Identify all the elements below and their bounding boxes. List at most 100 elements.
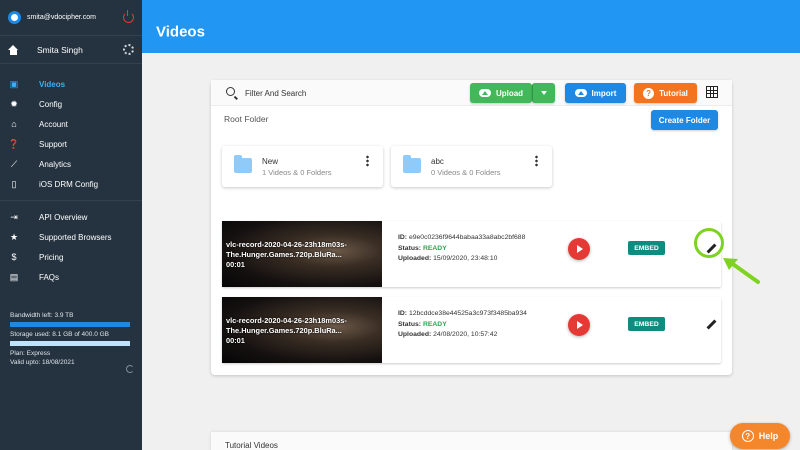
video-info: ID: 12bcddce38e44525a3c973f3485ba934 Sta… bbox=[398, 309, 527, 341]
main-nav: ▣ Videos ✹ Config ⌂ Account ❓ Support ⟋ … bbox=[0, 64, 142, 201]
usage-panel: Bandwidth left: 3.9 TB Storage used: 8.1… bbox=[0, 311, 142, 373]
tutorial-videos-title: Tutorial Videos bbox=[225, 441, 278, 450]
edit-pencil-icon[interactable] bbox=[706, 320, 716, 330]
sidebar-item-faqs[interactable]: ▤ FAQs bbox=[0, 267, 142, 287]
highlight-arrow bbox=[723, 258, 760, 284]
embed-button[interactable]: EMBED bbox=[628, 241, 665, 255]
folder-icon bbox=[234, 155, 252, 173]
sidebar-item-label: Support bbox=[39, 139, 68, 149]
dollar-icon: $ bbox=[11, 251, 17, 262]
import-button[interactable]: Import bbox=[565, 83, 626, 103]
caret-down-icon bbox=[541, 91, 547, 95]
search-icon bbox=[226, 87, 235, 96]
play-button[interactable] bbox=[568, 314, 590, 336]
sidebar: smita@vdocipher.com Smita Singh ▣ Videos… bbox=[0, 0, 142, 450]
breadcrumb: Root Folder bbox=[224, 114, 269, 124]
uploaded-date: 24/08/2020, 10:57:42 bbox=[433, 331, 498, 338]
uploaded-label: Uploaded: bbox=[398, 331, 432, 338]
sidebar-item-config[interactable]: ✹ Config bbox=[0, 94, 142, 114]
video-info: ID: e9e0c0236f9644babaa33a8abc2bf688 Sta… bbox=[398, 233, 525, 265]
sidebar-item-label: Account bbox=[39, 119, 68, 129]
video-thumbnail[interactable]: vlc-record-2020-04-26-23h18m03s-The.Hung… bbox=[222, 221, 382, 287]
status-badge: READY bbox=[422, 244, 447, 252]
storage-bar bbox=[10, 341, 130, 346]
storage-text: Storage used: 8.1 GB of 400.0 GB bbox=[10, 331, 110, 338]
play-button[interactable] bbox=[568, 238, 590, 260]
sidebar-item-account[interactable]: ⌂ Account bbox=[0, 114, 142, 134]
page-header: Videos bbox=[142, 0, 800, 53]
grid-view-icon[interactable] bbox=[706, 86, 718, 98]
folder-meta: 1 Videos & 0 Folders bbox=[262, 168, 332, 177]
bandwidth-bar bbox=[10, 322, 130, 327]
sidebar-item-label: iOS DRM Config bbox=[39, 179, 99, 189]
refresh-icon[interactable] bbox=[126, 365, 134, 373]
video-uploaded-line: Uploaded: 24/08/2020, 10:57:42 bbox=[398, 330, 527, 341]
folder-name: abc bbox=[431, 157, 444, 166]
folder-icon bbox=[403, 155, 421, 173]
sidebar-item-supported-browsers[interactable]: ★ Supported Browsers bbox=[0, 227, 142, 247]
logout-icon[interactable] bbox=[123, 10, 134, 23]
folder-card-abc[interactable]: abc 0 Videos & 0 Folders bbox=[391, 146, 552, 187]
page-title: Videos bbox=[156, 23, 205, 41]
more-vert-icon[interactable] bbox=[366, 155, 369, 167]
uploaded-date: 15/09/2020, 23:48:10 bbox=[433, 255, 498, 262]
user-bar: Smita Singh bbox=[0, 36, 142, 64]
upload-button[interactable]: Upload bbox=[470, 83, 532, 103]
status-badge: READY bbox=[422, 320, 447, 328]
toolbar: Upload Import ? Tutorial bbox=[211, 80, 732, 106]
video-id: e9e0c0236f9644babaa33a8abc2bf688 bbox=[408, 234, 526, 241]
thumbnail-title-text: vlc-record-2020-04-26-23h18m03s-The.Hung… bbox=[226, 316, 347, 336]
gear-icon: ✹ bbox=[10, 98, 18, 109]
vdocipher-logo-icon bbox=[8, 11, 21, 24]
sidebar-item-pricing[interactable]: $ Pricing bbox=[0, 247, 142, 267]
folder-name: New bbox=[262, 157, 279, 166]
search-input[interactable] bbox=[245, 86, 445, 100]
sidebar-item-label: FAQs bbox=[39, 272, 60, 282]
sidebar-item-label: Pricing bbox=[39, 252, 64, 262]
plan-text: Plan: Express bbox=[10, 350, 51, 357]
login-icon: ⇥ bbox=[10, 211, 18, 222]
id-label: ID: bbox=[398, 310, 408, 317]
video-id: 12bcddce38e44525a3c973f3485ba934 bbox=[408, 310, 527, 317]
help-icon: ? bbox=[741, 430, 754, 442]
video-row: vlc-record-2020-04-26-23h18m03s-The.Hung… bbox=[222, 221, 721, 287]
folder-card-new[interactable]: New 1 Videos & 0 Folders bbox=[222, 146, 383, 187]
sidebar-item-api-overview[interactable]: ⇥ API Overview bbox=[0, 207, 142, 227]
video-duration: 00:01 bbox=[226, 336, 245, 346]
user-settings-gear-icon[interactable] bbox=[123, 44, 134, 55]
video-duration: 00:01 bbox=[226, 260, 245, 270]
create-folder-button[interactable]: Create Folder bbox=[651, 110, 718, 130]
status-label: Status: bbox=[398, 244, 422, 252]
tutorial-videos-panel[interactable]: Tutorial Videos bbox=[211, 431, 732, 450]
uploaded-label: Uploaded: bbox=[398, 255, 432, 262]
import-label: Import bbox=[591, 88, 617, 98]
help-button[interactable]: ? Help bbox=[730, 423, 790, 449]
sidebar-item-analytics[interactable]: ⟋ Analytics bbox=[0, 154, 142, 174]
help-circle-icon: ❓ bbox=[8, 138, 20, 149]
sidebar-item-support[interactable]: ❓ Support bbox=[0, 134, 142, 154]
bank-icon: ⌂ bbox=[11, 118, 17, 129]
home-icon[interactable] bbox=[8, 44, 18, 55]
sidebar-item-label: Videos bbox=[39, 79, 66, 89]
valid-until-text: Valid upto: 18/08/2021 bbox=[10, 359, 75, 366]
sidebar-item-label: API Overview bbox=[39, 212, 88, 222]
cloud-upload-icon bbox=[478, 89, 491, 97]
sidebar-item-ios-drm-config[interactable]: ▯ iOS DRM Config bbox=[0, 174, 142, 194]
secondary-nav: ⇥ API Overview ★ Supported Browsers $ Pr… bbox=[0, 201, 142, 287]
username: Smita Singh bbox=[37, 44, 83, 55]
star-icon: ★ bbox=[9, 231, 19, 242]
video-id-line: ID: 12bcddce38e44525a3c973f3485ba934 bbox=[398, 309, 527, 320]
embed-button[interactable]: EMBED bbox=[628, 317, 665, 331]
video-row: vlc-record-2020-04-26-23h18m03s-The.Hung… bbox=[222, 297, 721, 363]
sidebar-item-videos[interactable]: ▣ Videos bbox=[0, 74, 142, 94]
video-status-line: Status: READY bbox=[398, 320, 527, 331]
videos-card: Upload Import ? Tutorial Root Folder Cre… bbox=[211, 80, 732, 375]
upload-dropdown-button[interactable] bbox=[532, 83, 555, 103]
account-bar: smita@vdocipher.com bbox=[0, 0, 142, 36]
video-thumbnail[interactable]: vlc-record-2020-04-26-23h18m03s-The.Hung… bbox=[222, 297, 382, 363]
video-library-icon: ▣ bbox=[9, 78, 19, 89]
sidebar-item-label: Supported Browsers bbox=[39, 232, 112, 242]
tutorial-button[interactable]: ? Tutorial bbox=[634, 83, 697, 103]
more-vert-icon[interactable] bbox=[535, 155, 538, 167]
help-label: Help bbox=[758, 431, 779, 441]
